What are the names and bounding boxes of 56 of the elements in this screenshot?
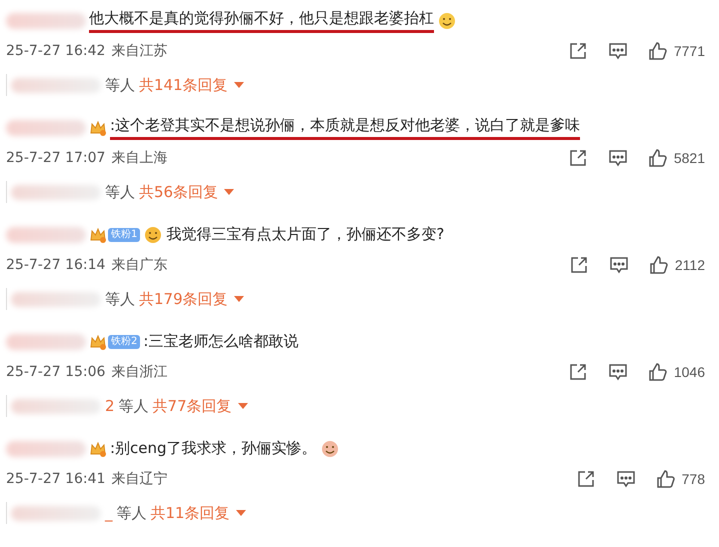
- comment-button[interactable]: [608, 148, 628, 168]
- reply-names-suffix: 等人: [118, 396, 149, 416]
- comment-time: 25-7-27 16:14: [6, 257, 106, 273]
- fan-level-badge: 铁粉2: [108, 335, 140, 349]
- caret-icon: [236, 510, 246, 516]
- reply-names-suffix: 等人: [105, 76, 135, 94]
- smiley-emoji-icon: [437, 11, 457, 31]
- username-fragment: 2: [105, 397, 115, 415]
- share-button[interactable]: [568, 255, 589, 275]
- laughing-emoji-icon: [143, 225, 164, 245]
- comment-button[interactable]: [608, 362, 628, 382]
- like-button[interactable]: 5821: [648, 148, 705, 168]
- fan-level-badge: 铁粉1: [108, 228, 140, 242]
- caret-icon: [234, 296, 244, 302]
- caret-icon: [234, 82, 244, 88]
- reply-names-suffix: 等人: [116, 504, 146, 522]
- comment-time: 25-7-27 17:07: [6, 150, 106, 166]
- caret-icon: [224, 189, 234, 195]
- crown-badge-icon: [89, 119, 107, 137]
- like-button[interactable]: 778: [656, 469, 705, 489]
- comment-text: 他大概不是真的觉得孙俪不好，他只是想跟老婆抬杠: [89, 9, 434, 33]
- comment-time: 25-7-27 16:41: [6, 471, 106, 487]
- comment-time: 25-7-27 15:06: [6, 364, 106, 380]
- comment-button[interactable]: [608, 41, 628, 61]
- share-button[interactable]: [576, 469, 596, 489]
- thumbs-up-icon: [648, 148, 668, 168]
- thumbs-up-icon: [648, 362, 668, 382]
- crown-badge-icon: [89, 226, 107, 244]
- comment-location: 来自上海: [111, 149, 168, 167]
- share-button[interactable]: [568, 362, 588, 382]
- smiley-emoji-icon: [320, 439, 340, 459]
- comment-location: 来自辽宁: [111, 470, 168, 488]
- comment-text: :三宝老师怎么啥都敢说: [143, 332, 298, 352]
- comment-location: 来自广东: [111, 256, 168, 274]
- reply-names-suffix: 等人: [105, 290, 135, 308]
- crown-badge-icon: [89, 440, 107, 458]
- caret-icon: [238, 403, 248, 409]
- crown-badge-icon: [89, 333, 107, 351]
- like-button[interactable]: 1046: [648, 362, 705, 382]
- like-button[interactable]: 7771: [648, 41, 705, 61]
- username-fragment: _: [105, 504, 112, 522]
- comment-location: 来自浙江: [111, 363, 168, 381]
- comment-time: 25-7-27 16:42: [6, 43, 106, 59]
- share-button[interactable]: [568, 148, 588, 168]
- comment-text: :这个老登其实不是想说孙俪，本质就是想反对他老婆，说白了就是爹味: [110, 116, 580, 140]
- comment-button[interactable]: [616, 469, 636, 489]
- share-button[interactable]: [568, 41, 588, 61]
- comment-location: 来自江苏: [111, 42, 168, 60]
- reply-names-suffix: 等人: [105, 182, 135, 202]
- thumbs-up-icon: [648, 255, 669, 275]
- thumbs-up-icon: [656, 469, 676, 489]
- like-button[interactable]: 2112: [648, 255, 705, 275]
- comment-button[interactable]: [608, 255, 629, 275]
- comment-text: :别ceng了我求求，孙俪实惨。: [110, 438, 317, 458]
- comment-text: 我觉得三宝有点太片面了，孙俪还不多变?: [166, 224, 444, 244]
- thumbs-up-icon: [648, 41, 668, 61]
